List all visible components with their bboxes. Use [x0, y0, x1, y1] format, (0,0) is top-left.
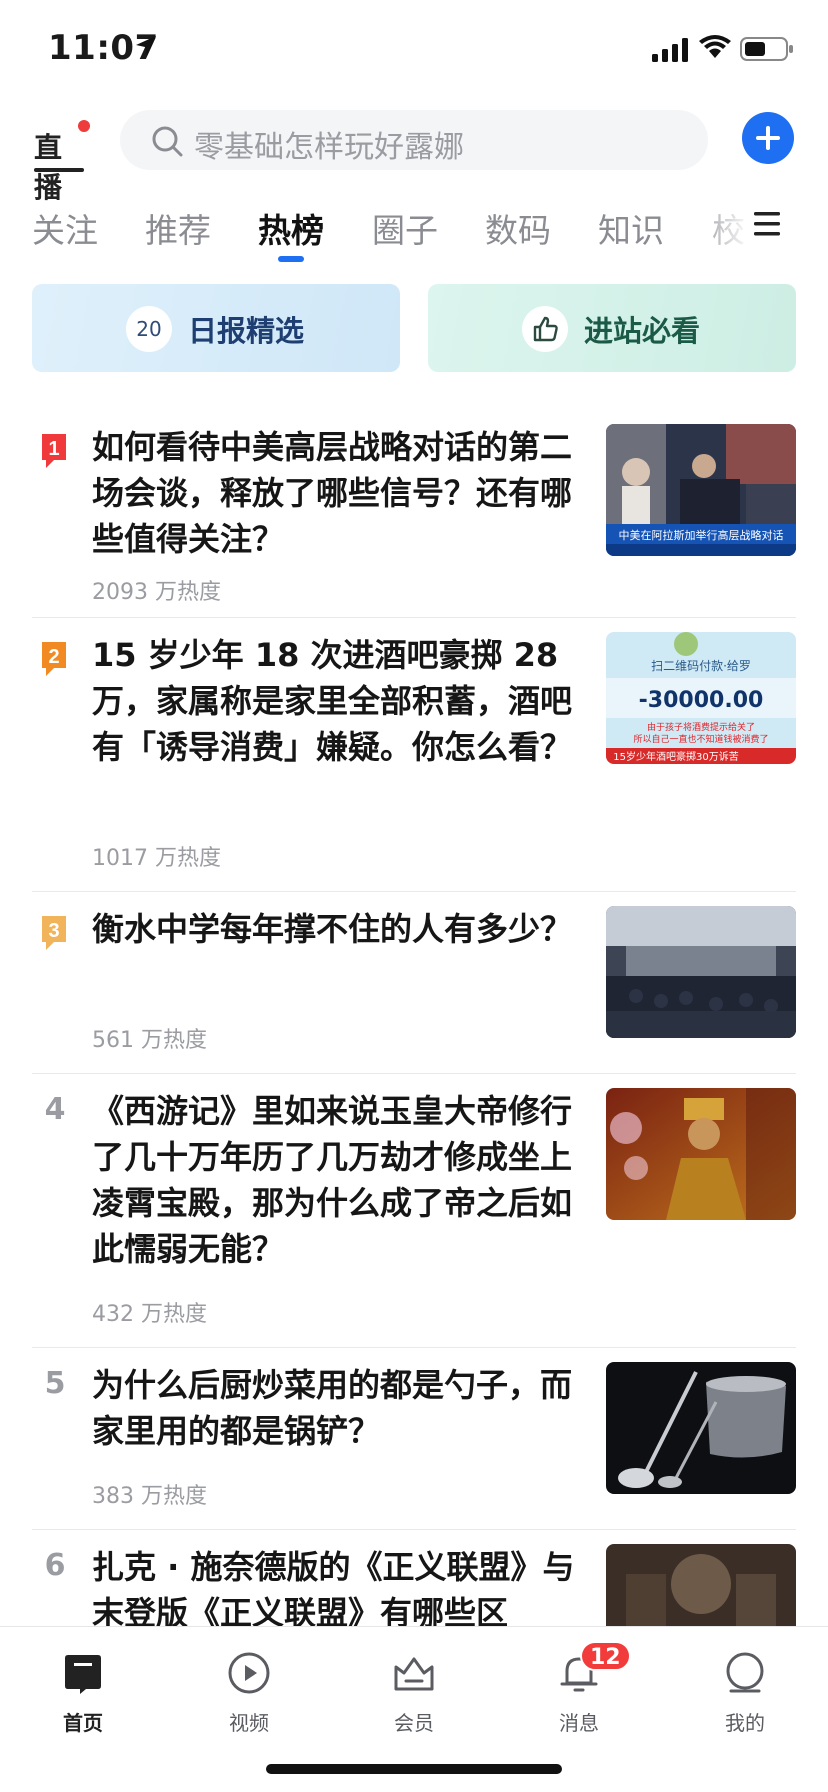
live-logo-text: 直播 [34, 131, 64, 204]
item-heat: 561 万热度 [92, 1028, 207, 1053]
news-thumbnail: 中美在阿拉斯加举行高层战略对话 [606, 424, 796, 556]
menu-icon[interactable] [752, 210, 782, 238]
item-heat: 383 万热度 [92, 1484, 207, 1509]
item-heat: 2093 万热度 [92, 580, 221, 605]
nav-label: 我的 [725, 1711, 765, 1735]
item-title: 为什么后厨炒菜用的都是勺子，而家里用的都是锅铲？ [92, 1366, 573, 1450]
daily-picks-label: 日报精选 [188, 314, 305, 348]
location-arrow-icon [136, 36, 156, 56]
svg-text:3: 3 [48, 920, 59, 942]
rank-badge-3: 3 [42, 916, 66, 950]
nav-member[interactable]: 会员 [359, 1639, 469, 1739]
live-button[interactable]: 直播 [34, 118, 90, 204]
tab-recommend[interactable]: 推荐 [145, 204, 211, 252]
wifi-icon [699, 35, 731, 58]
list-item[interactable]: 6 扎克 · 施奈德版的《正义联盟》与末登版《正义联盟》有哪些区 [0, 1530, 828, 1626]
svg-text:所以自己一直也不知道钱被消费了: 所以自己一直也不知道钱被消费了 [633, 733, 768, 745]
active-tab-indicator [278, 256, 304, 262]
message-count-badge: 12 [580, 1641, 631, 1671]
play-icon [228, 1652, 270, 1694]
item-title: 衡水中学每年撑不住的人有多少？ [92, 910, 573, 948]
category-tabs: 关注 推荐 热榜 圈子 数码 知识 校 [0, 200, 828, 270]
rank-number: 5 [44, 1366, 66, 1401]
news-thumbnail [606, 906, 796, 1038]
list-item[interactable]: 1 如何看待中美高层战略对话的第二场会谈，释放了哪些信号？还有哪些值得关注？ 2… [0, 410, 828, 618]
search-input[interactable]: 零基础怎样玩好露娜 [120, 110, 708, 170]
nav-video[interactable]: 视频 [194, 1639, 304, 1739]
item-title: 15 岁少年 18 次进酒吧豪掷 28 万，家属称是家里全部积蓄，酒吧有「诱导消… [92, 636, 573, 766]
rank-number: 4 [44, 1092, 66, 1127]
svg-text:15岁少年酒吧豪掷30万诉苦: 15岁少年酒吧豪掷30万诉苦 [613, 750, 738, 763]
daily-picks-card[interactable]: 20 日报精选 [32, 284, 400, 372]
status-bar: 11:07 [0, 0, 828, 100]
nav-label: 视频 [229, 1711, 269, 1735]
thumbs-up-icon [522, 306, 568, 352]
nav-messages[interactable]: 12 消息 [524, 1639, 634, 1739]
svg-text:2: 2 [48, 646, 59, 668]
tab-knowledge[interactable]: 知识 [598, 204, 664, 252]
signal-icon [652, 38, 688, 62]
news-thumbnail: 扫二维码付款·给罗 -30000.00 由于孩子将酒费提示给关了 所以自己一直也… [606, 632, 796, 764]
nav-label: 会员 [394, 1711, 434, 1735]
tab-circles[interactable]: 圈子 [372, 204, 438, 252]
item-title: 扎克 · 施奈德版的《正义联盟》与末登版《正义联盟》有哪些区 [92, 1548, 575, 1626]
live-logo-underline [34, 168, 84, 172]
list-item[interactable]: 4 《西游记》里如来说玉皇大帝修行了几十万年历了几万劫才修成坐上凌霄宝殿，那为什… [0, 1074, 828, 1348]
tab-hot-list[interactable]: 热榜 [258, 204, 324, 252]
search-icon [152, 126, 183, 157]
daily-date-badge: 20 [126, 306, 172, 352]
nav-label: 消息 [559, 1711, 599, 1735]
nav-label: 首页 [63, 1711, 103, 1735]
plus-icon [756, 126, 780, 150]
list-item[interactable]: 2 15 岁少年 18 次进酒吧豪掷 28 万，家属称是家里全部积蓄，酒吧有「诱… [0, 618, 828, 892]
home-indicator [266, 1764, 562, 1774]
news-thumbnail [606, 1544, 796, 1626]
nav-profile[interactable]: 我的 [690, 1639, 800, 1739]
rank-badge-1: 1 [42, 434, 66, 468]
search-placeholder: 零基础怎样玩好露娜 [194, 130, 464, 165]
add-button[interactable] [742, 112, 794, 164]
rank-number: 6 [44, 1548, 66, 1583]
must-see-label: 进站必看 [584, 314, 701, 348]
news-thumbnail [606, 1362, 796, 1494]
must-see-card[interactable]: 进站必看 [428, 284, 796, 372]
home-icon [65, 1655, 101, 1694]
list-item[interactable]: 5 为什么后厨炒菜用的都是勺子，而家里用的都是锅铲？ 383 万热度 [0, 1348, 828, 1530]
item-heat: 1017 万热度 [92, 846, 221, 871]
svg-text:扫二维码付款·给罗: 扫二维码付款·给罗 [651, 659, 751, 673]
svg-text:-30000.00: -30000.00 [639, 688, 764, 713]
item-heat: 432 万热度 [92, 1302, 207, 1327]
list-item[interactable]: 3 衡水中学每年撑不住的人有多少？ 561 万热度 [0, 892, 828, 1074]
item-title: 如何看待中美高层战略对话的第二场会谈，释放了哪些信号？还有哪些值得关注？ [92, 428, 573, 558]
svg-text:中美在阿拉斯加举行高层战略对话: 中美在阿拉斯加举行高层战略对话 [619, 528, 784, 542]
tabs-fade [690, 200, 750, 260]
profile-icon [726, 1652, 764, 1693]
tab-digital[interactable]: 数码 [485, 204, 551, 252]
crown-icon [394, 1657, 434, 1691]
tab-follow[interactable]: 关注 [32, 204, 98, 252]
live-notification-dot [78, 120, 90, 132]
news-thumbnail [606, 1088, 796, 1220]
item-title: 《西游记》里如来说玉皇大帝修行了几十万年历了几万劫才修成坐上凌霄宝殿，那为什么成… [92, 1092, 573, 1268]
rank-badge-2: 2 [42, 642, 66, 676]
battery-icon [740, 37, 793, 61]
svg-text:由于孩子将酒费提示给关了: 由于孩子将酒费提示给关了 [647, 721, 755, 733]
top-header: 直播 零基础怎样玩好露娜 [0, 108, 828, 204]
svg-text:1: 1 [48, 438, 59, 460]
nav-home[interactable]: 首页 [28, 1639, 138, 1739]
